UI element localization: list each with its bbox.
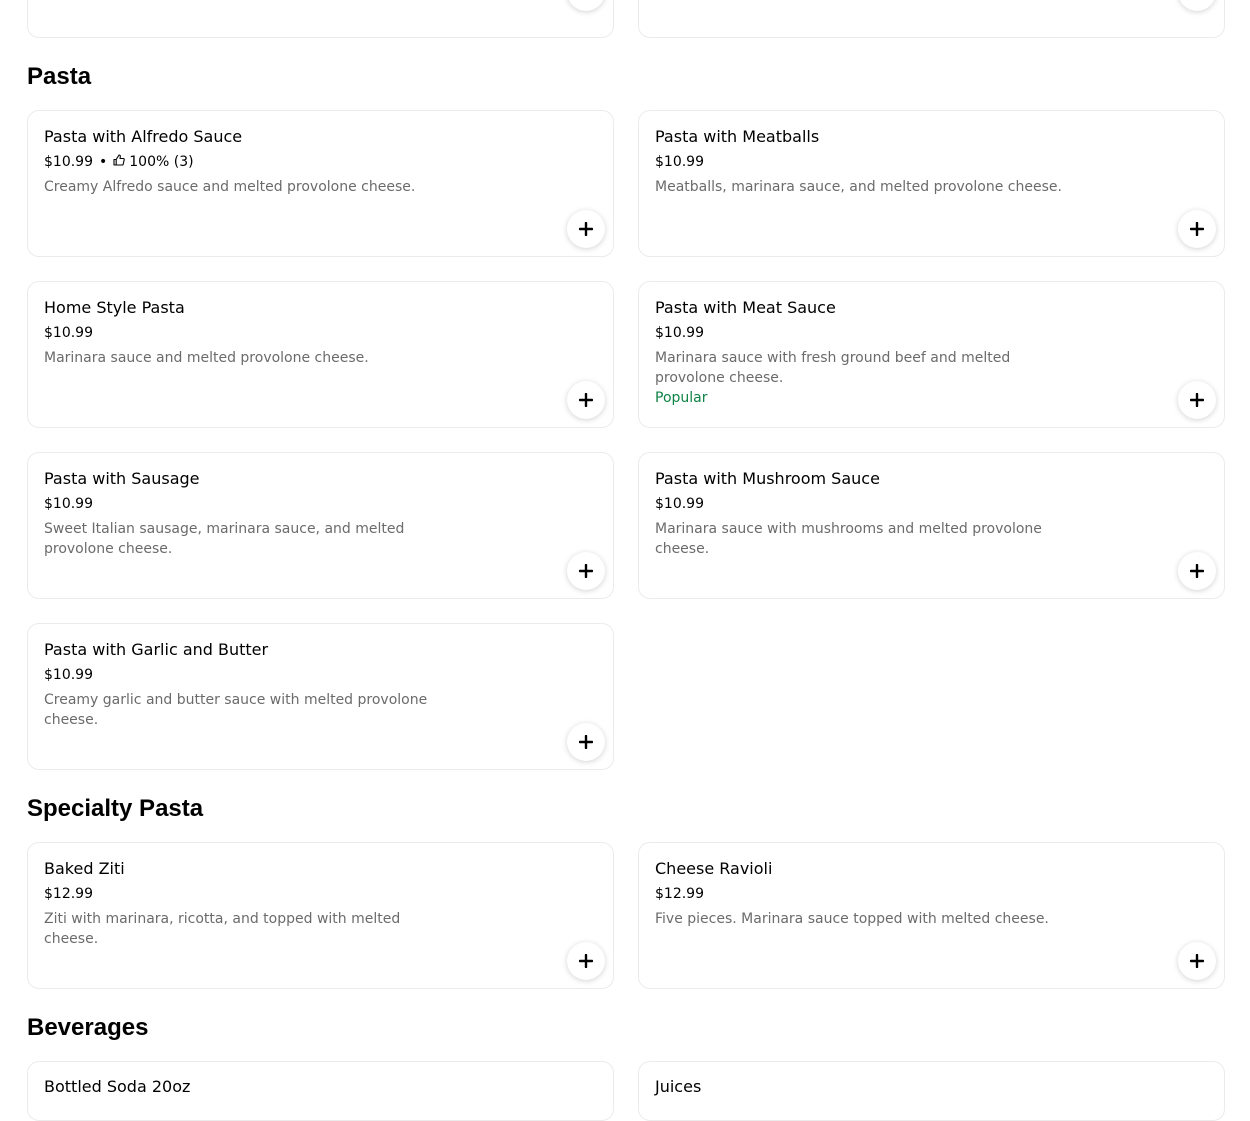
menu-item-card[interactable]: Pasta with Garlic and Butter $10.99 Crea… xyxy=(27,623,614,770)
plus-icon xyxy=(1190,564,1204,578)
section-title-beverages: Beverages xyxy=(27,1014,149,1041)
add-item-button[interactable] xyxy=(567,552,605,590)
item-price: $12.99 xyxy=(44,886,93,902)
item-price: $10.99 xyxy=(655,154,704,170)
item-description: Creamy Alfredo sauce and melted provolon… xyxy=(44,179,416,195)
item-name: Pasta with Sausage xyxy=(44,469,200,488)
add-item-button[interactable] xyxy=(567,0,605,11)
plus-icon xyxy=(579,222,593,236)
item-price: $12.99 xyxy=(655,886,704,902)
menu-item-card[interactable]: Cheese Ravioli $12.99 Five pieces. Marin… xyxy=(638,842,1225,989)
item-description: Five pieces. Marinara sauce topped with … xyxy=(655,911,1049,927)
menu-item-card[interactable]: Baked Ziti $12.99 Ziti with marinara, ri… xyxy=(27,842,614,989)
item-name: Juices xyxy=(655,1077,702,1096)
add-item-button[interactable] xyxy=(567,723,605,761)
menu-item-card[interactable]: Home Style Pasta $10.99 Marinara sauce a… xyxy=(27,281,614,428)
thumbs-up-icon xyxy=(113,153,126,171)
menu-item-card[interactable]: Pasta with Meat Sauce $10.99 Marinara sa… xyxy=(638,281,1225,428)
meta-separator: • xyxy=(99,154,108,170)
item-description: Marinara sauce with mushrooms and melted… xyxy=(655,521,1042,557)
menu-item-card[interactable]: Bottled Soda 20oz xyxy=(27,1061,614,1121)
add-item-button[interactable] xyxy=(1178,210,1216,248)
item-name: Baked Ziti xyxy=(44,859,125,878)
plus-icon xyxy=(579,735,593,749)
menu-item-card[interactable] xyxy=(27,0,614,38)
item-price: $10.99 xyxy=(44,325,93,341)
item-name: Pasta with Alfredo Sauce xyxy=(44,127,243,146)
menu-item-card[interactable] xyxy=(638,0,1225,38)
item-name: Bottled Soda 20oz xyxy=(44,1077,191,1096)
item-price: $10.99 xyxy=(44,154,93,170)
add-item-button[interactable] xyxy=(1178,942,1216,980)
plus-icon xyxy=(579,564,593,578)
item-name: Pasta with Meatballs xyxy=(655,127,820,146)
add-item-button[interactable] xyxy=(1178,381,1216,419)
menu-item-card[interactable]: Pasta with Sausage $10.99 Sweet Italian … xyxy=(27,452,614,599)
item-price: $10.99 xyxy=(655,496,704,512)
item-price: $10.99 xyxy=(655,325,704,341)
item-description: Creamy garlic and butter sauce with melt… xyxy=(44,692,428,728)
item-price: $10.99 xyxy=(44,496,93,512)
item-name: Pasta with Mushroom Sauce xyxy=(655,469,880,488)
menu-item-card[interactable]: Pasta with Alfredo Sauce $10.99 • 100% (… xyxy=(27,110,614,257)
add-item-button[interactable] xyxy=(567,381,605,419)
item-description: Marinara sauce and melted provolone chee… xyxy=(44,350,369,366)
item-name: Pasta with Meat Sauce xyxy=(655,298,836,317)
menu-item-card[interactable]: Pasta with Mushroom Sauce $10.99 Marinar… xyxy=(638,452,1225,599)
item-name: Cheese Ravioli xyxy=(655,859,773,878)
add-item-button[interactable] xyxy=(1178,552,1216,590)
plus-icon xyxy=(579,954,593,968)
item-rating: 100% (3) xyxy=(129,154,194,170)
add-item-button[interactable] xyxy=(567,210,605,248)
section-title-specialty-pasta: Specialty Pasta xyxy=(27,795,204,822)
item-description: Meatballs, marinara sauce, and melted pr… xyxy=(655,179,1062,195)
item-price: $10.99 xyxy=(44,667,93,683)
add-item-button[interactable] xyxy=(567,942,605,980)
popular-badge: Popular xyxy=(655,390,708,406)
item-name: Pasta with Garlic and Butter xyxy=(44,640,269,659)
plus-icon xyxy=(579,393,593,407)
add-item-button[interactable] xyxy=(1178,0,1216,11)
plus-icon xyxy=(1190,954,1204,968)
plus-icon xyxy=(1190,393,1204,407)
section-title-pasta: Pasta xyxy=(27,63,92,90)
item-name: Home Style Pasta xyxy=(44,298,185,317)
item-description: Ziti with marinara, ricotta, and topped … xyxy=(44,911,401,947)
menu-item-card[interactable]: Juices xyxy=(638,1061,1225,1121)
plus-icon xyxy=(1190,222,1204,236)
item-description: Sweet Italian sausage, marinara sauce, a… xyxy=(44,521,405,557)
item-price-rating: $10.99 • 100% (3) xyxy=(44,153,194,171)
item-description: Marinara sauce with fresh ground beef an… xyxy=(655,350,1011,386)
menu-item-card[interactable]: Pasta with Meatballs $10.99 Meatballs, m… xyxy=(638,110,1225,257)
